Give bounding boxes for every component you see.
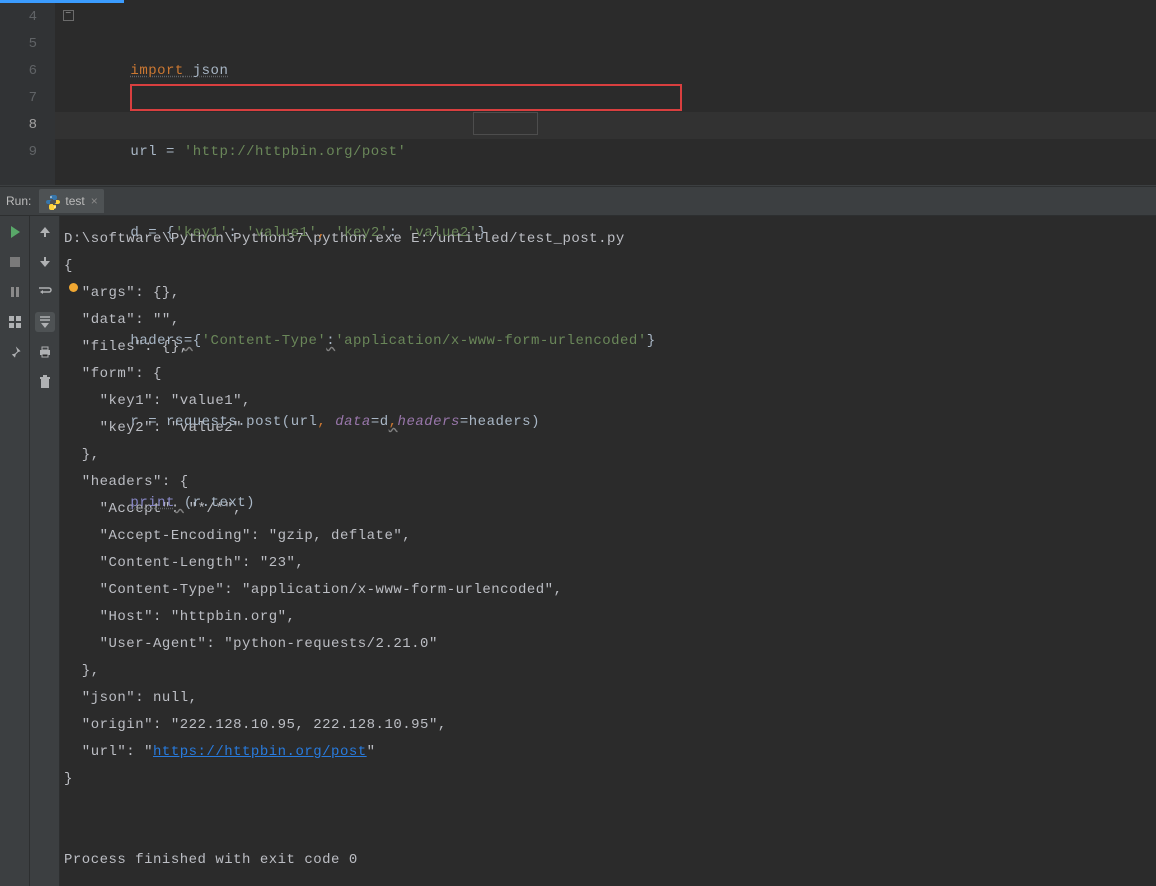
string-literal: 'key1' bbox=[175, 225, 228, 241]
rerun-button[interactable] bbox=[5, 222, 25, 242]
operator: = bbox=[148, 225, 157, 241]
code-editor[interactable]: 4 5 6 7 8 9 − import json url = 'http://… bbox=[0, 0, 1156, 186]
string-literal: 'http://httpbin.org/post' bbox=[184, 144, 407, 160]
string-literal: 'Content-Type' bbox=[202, 333, 327, 349]
trash-button[interactable] bbox=[35, 372, 55, 392]
keyword: import bbox=[130, 63, 183, 79]
run-toolbar-left bbox=[0, 216, 30, 886]
module-name: json bbox=[184, 63, 229, 79]
pin-button[interactable] bbox=[5, 342, 25, 362]
string-literal: 'value2' bbox=[406, 225, 477, 241]
code-line[interactable]: r = requests.post(url, data=d,headers=he… bbox=[77, 382, 1156, 463]
string-literal: 'key2' bbox=[335, 225, 388, 241]
identifier: url bbox=[130, 144, 166, 160]
pause-button[interactable] bbox=[5, 282, 25, 302]
console-line: }, bbox=[64, 663, 109, 679]
python-icon bbox=[45, 194, 59, 208]
line-number[interactable]: 9 bbox=[0, 139, 37, 166]
console-line: "json": null, bbox=[64, 690, 206, 706]
scroll-to-end-button[interactable] bbox=[35, 312, 55, 332]
down-arrow-button[interactable] bbox=[35, 252, 55, 272]
warning-dot-icon bbox=[69, 283, 78, 292]
identifier: aders bbox=[139, 333, 184, 349]
code-line[interactable]: url = 'http://httpbin.org/post' bbox=[77, 112, 1156, 193]
console-url-link[interactable]: https://httpbin.org/post bbox=[153, 744, 367, 760]
identifier: r bbox=[130, 414, 148, 430]
operator: = bbox=[148, 414, 157, 430]
console-line: } bbox=[64, 771, 73, 787]
builtin: print bbox=[130, 495, 175, 511]
identifier: r bbox=[193, 495, 202, 511]
console-line: "origin": "222.128.10.95, 222.128.10.95"… bbox=[64, 717, 456, 733]
console-exit: Process finished with exit code 0 bbox=[64, 852, 358, 868]
code-line[interactable]: − import json bbox=[77, 4, 1156, 112]
code-area[interactable]: − import json url = 'http://httpbin.org/… bbox=[55, 0, 1156, 185]
run-toolbar-right bbox=[30, 216, 60, 886]
code-line[interactable]: haders={'Content-Type':'application/x-ww… bbox=[77, 274, 1156, 382]
console-line: { bbox=[64, 258, 73, 274]
line-number[interactable]: 4 bbox=[0, 4, 37, 31]
run-label: Run: bbox=[0, 194, 39, 208]
identifier: requests bbox=[166, 414, 237, 430]
line-number[interactable]: 5 bbox=[0, 31, 37, 58]
kwarg: data bbox=[335, 414, 371, 430]
console-line: "Content-Length": "23", bbox=[64, 555, 313, 571]
console-line: "url": "https://httpbin.org/post" bbox=[64, 744, 376, 760]
line-number[interactable]: 8 bbox=[0, 112, 37, 139]
console-line: "Host": "httpbin.org", bbox=[64, 609, 304, 625]
line-number[interactable]: 6 bbox=[0, 58, 37, 85]
kwarg: headers bbox=[398, 414, 460, 430]
line-gutter[interactable]: 4 5 6 7 8 9 bbox=[0, 0, 55, 185]
up-arrow-button[interactable] bbox=[35, 222, 55, 242]
operator: = bbox=[184, 333, 193, 349]
method-name: post bbox=[246, 414, 282, 430]
attribute: text bbox=[211, 495, 247, 511]
line-number[interactable]: 7 bbox=[0, 85, 37, 112]
fold-minus-icon[interactable]: − bbox=[63, 10, 74, 21]
stop-button[interactable] bbox=[5, 252, 25, 272]
console-line: "Content-Type": "application/x-www-form-… bbox=[64, 582, 571, 598]
argument: headers bbox=[469, 414, 531, 430]
code-line[interactable]: print (r.text) bbox=[77, 463, 1156, 544]
identifier: h bbox=[130, 333, 139, 349]
string-literal: 'value1' bbox=[246, 225, 317, 241]
argument: d bbox=[380, 414, 389, 430]
operator: = bbox=[166, 144, 175, 160]
layout-button[interactable] bbox=[5, 312, 25, 332]
argument: url bbox=[291, 414, 318, 430]
console-line: "User-Agent": "python-requests/2.21.0" bbox=[64, 636, 438, 652]
code-line[interactable]: d = {'key1': 'value1', 'key2': 'value2'} bbox=[77, 193, 1156, 274]
caret-match-box bbox=[473, 112, 538, 135]
print-button[interactable] bbox=[35, 342, 55, 362]
string-literal: 'application/x-www-form-urlencoded' bbox=[335, 333, 647, 349]
softwrap-button[interactable] bbox=[35, 282, 55, 302]
identifier: d bbox=[130, 225, 148, 241]
operator: : bbox=[326, 333, 335, 349]
